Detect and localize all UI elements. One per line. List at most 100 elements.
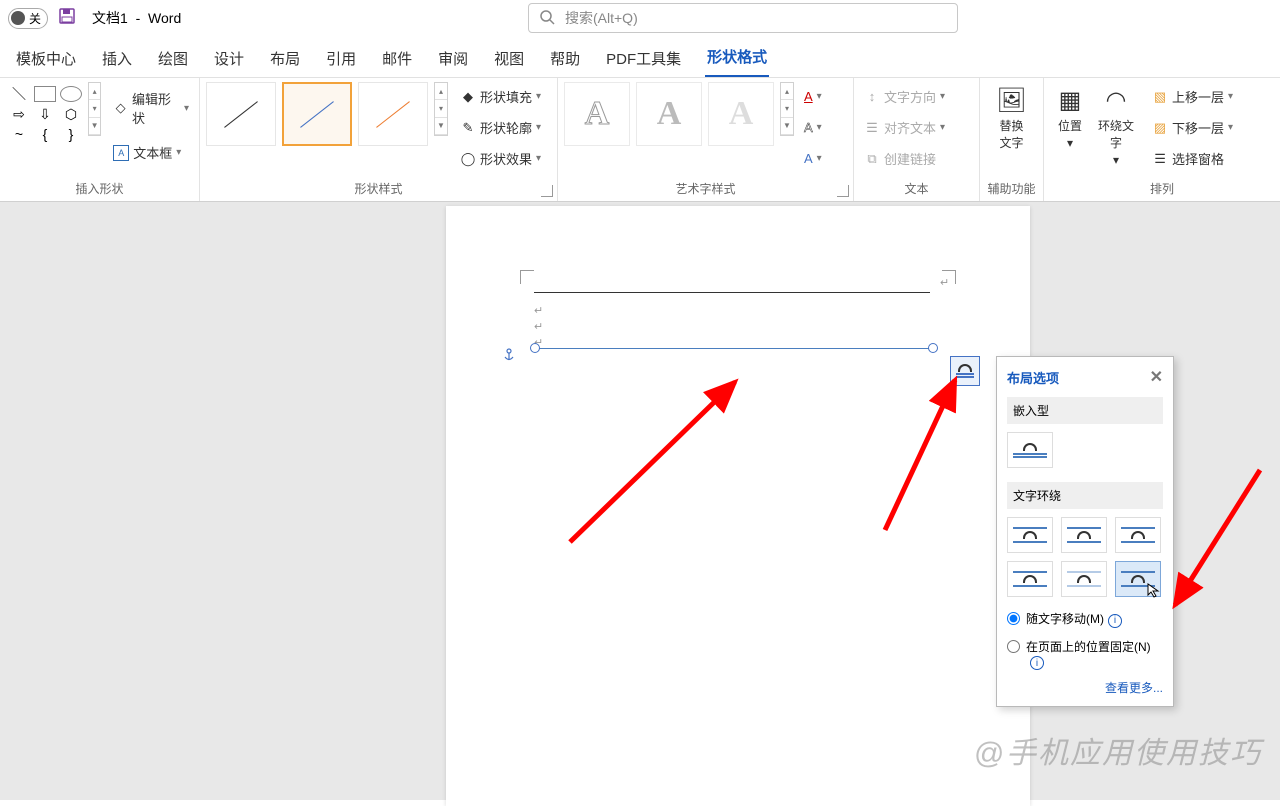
info-icon[interactable]: i [1108,614,1122,628]
group-accessibility: 🖼 替换 文字 辅助功能 [980,78,1044,201]
shape-effects-button[interactable]: ◯ 形状效果▾ [456,146,545,171]
page[interactable]: ↵ ↵ ↵ ↵ [446,206,1030,806]
bring-forward-button[interactable]: ▧ 上移一层▾ [1148,84,1237,109]
info-icon[interactable]: i [1030,656,1044,670]
group-wordart: A A A ▴▾▼ A▾ A▾ A▾ 艺术字样式 [558,78,854,201]
tab-layout[interactable]: 布局 [268,40,302,77]
para-mark: ↵ [940,276,949,289]
wrap-front[interactable] [1115,561,1161,597]
fix-on-page-radio[interactable]: 在页面上的位置固定(N)i [1007,633,1163,676]
group-shape-styles: ▴▾▼ ◆ 形状填充▾ ✎ 形状轮廓▾ ◯ 形状效果▾ 形状样式 [200,78,558,201]
selection-pane-icon: ☰ [1152,151,1168,167]
wrap-icon: ◠ [1106,86,1127,115]
tab-review[interactable]: 审阅 [436,40,470,77]
shape-fill-button[interactable]: ◆ 形状填充▾ [456,84,545,109]
shape-styles-more[interactable]: ▴▾▼ [434,82,448,136]
see-more-link[interactable]: 查看更多... [1007,675,1163,696]
tab-design[interactable]: 设计 [212,40,246,77]
group-label-arrange: 排列 [1050,177,1274,201]
send-backward-icon: ▨ [1152,120,1168,136]
resize-handle-right[interactable] [928,343,938,353]
fill-icon: ◆ [460,89,476,105]
send-backward-button[interactable]: ▨ 下移一层▾ [1148,115,1237,140]
align-text-button[interactable]: ☰ 对齐文本▾ [860,115,949,140]
watermark: @手机应用使用技巧 [974,728,1262,772]
wrap-tight[interactable] [1061,517,1107,553]
wordart-gallery[interactable]: A A A [564,82,774,146]
text-direction-icon: ↕ [864,89,880,105]
move-with-text-radio[interactable]: 随文字移动(M)i [1007,605,1163,633]
text-effects-button[interactable]: A▾ [800,148,826,169]
shape-outline-button[interactable]: ✎ 形状轮廓▾ [456,115,545,140]
text-direction-button[interactable]: ↕ 文字方向▾ [860,84,949,109]
tab-pdftools[interactable]: PDF工具集 [604,40,683,77]
shape-styles-launcher[interactable] [541,185,553,197]
resize-handle-left[interactable] [530,343,540,353]
wrap-through[interactable] [1115,517,1161,553]
text-outline-button[interactable]: A▾ [800,117,826,138]
para-mark: ↵ [534,304,543,317]
inline-section-title: 嵌入型 [1007,397,1163,424]
text-fill-button[interactable]: A▾ [800,86,826,107]
wrap-inline[interactable] [1007,432,1053,468]
selected-line-shape[interactable] [530,345,938,353]
wrap-behind[interactable] [1061,561,1107,597]
margin-corner-tl [520,270,534,284]
wordart-more[interactable]: ▴▾▼ [780,82,794,136]
tab-view[interactable]: 视图 [492,40,526,77]
switch-label: 关 [29,10,41,27]
edit-shape-button[interactable]: ◇ 编辑形状▾ [109,86,193,130]
popup-title: 布局选项 [1007,368,1059,387]
tab-shape-format[interactable]: 形状格式 [705,38,769,77]
window-title: 文档1 - Word [92,8,181,28]
search-input[interactable]: 搜索(Alt+Q) [528,3,958,33]
position-button[interactable]: ▦ 位置▾ [1050,82,1090,154]
bring-forward-icon: ▧ [1152,89,1168,105]
link-icon: ⧉ [864,151,880,167]
close-icon[interactable]: ✕ [1150,367,1163,387]
wrap-section-title: 文字环绕 [1007,482,1163,509]
shapes-gallery[interactable]: ＼ ⇨⇩⬡ ~{} [8,86,84,144]
search-placeholder: 搜索(Alt+Q) [565,8,638,28]
cursor-icon [1146,582,1162,598]
alt-text-button[interactable]: 🖼 替换 文字 [988,82,1034,155]
tab-mail[interactable]: 邮件 [380,40,414,77]
autosave-switch[interactable]: 关 [8,8,48,29]
layout-options-popup: 布局选项 ✕ 嵌入型 文字环绕 随文字移动(M)i 在页面上的位置固定(N)i … [996,356,1174,707]
text-box-button[interactable]: A 文本框▾ [109,140,193,165]
wordart-launcher[interactable] [837,185,849,197]
tab-draw[interactable]: 绘图 [156,40,190,77]
para-mark: ↵ [534,320,543,333]
save-icon[interactable] [58,7,76,30]
tab-templates[interactable]: 模板中心 [14,40,78,77]
group-label-shape-styles: 形状样式 [206,177,551,201]
title-bar: 关 文档1 - Word 搜索(Alt+Q) [0,0,1280,36]
wrap-topbottom[interactable] [1007,561,1053,597]
paragraph-line [534,292,930,293]
shapes-more[interactable]: ▴▾▼ [88,82,101,136]
outline-icon: ✎ [460,120,476,136]
group-label-insert-shapes: 插入形状 [6,177,193,201]
group-arrange: ▦ 位置▾ ◠ 环绕文 字▾ ▧ 上移一层▾ ▨ 下移一层▾ ☰ 选择窗格 [1044,78,1280,201]
create-link-button[interactable]: ⧉ 创建链接 [860,146,949,171]
anchor-icon [502,348,516,362]
edit-shape-icon: ◇ [113,100,128,116]
group-label-accessibility: 辅助功能 [986,177,1037,201]
group-insert-shapes: ＼ ⇨⇩⬡ ~{} ▴▾▼ ◇ 编辑形状▾ A 文本框▾ 插入形状 [0,78,200,201]
group-label-wordart: 艺术字样式 [564,177,847,201]
alt-text-icon: 🖼 [996,86,1026,115]
effects-icon: ◯ [460,151,476,167]
selection-pane-button[interactable]: ☰ 选择窗格 [1148,146,1237,171]
ribbon: ＼ ⇨⇩⬡ ~{} ▴▾▼ ◇ 编辑形状▾ A 文本框▾ 插入形状 [0,78,1280,202]
align-text-icon: ☰ [864,120,880,136]
wrap-text-button[interactable]: ◠ 环绕文 字▾ [1090,82,1142,171]
search-icon [539,9,555,28]
tab-help[interactable]: 帮助 [548,40,582,77]
tab-insert[interactable]: 插入 [100,40,134,77]
tab-references[interactable]: 引用 [324,40,358,77]
layout-options-button[interactable] [950,356,980,386]
wrap-square[interactable] [1007,517,1053,553]
shape-style-gallery[interactable] [206,82,428,146]
group-label-text: 文本 [860,177,973,201]
group-text: ↕ 文字方向▾ ☰ 对齐文本▾ ⧉ 创建链接 文本 [854,78,980,201]
